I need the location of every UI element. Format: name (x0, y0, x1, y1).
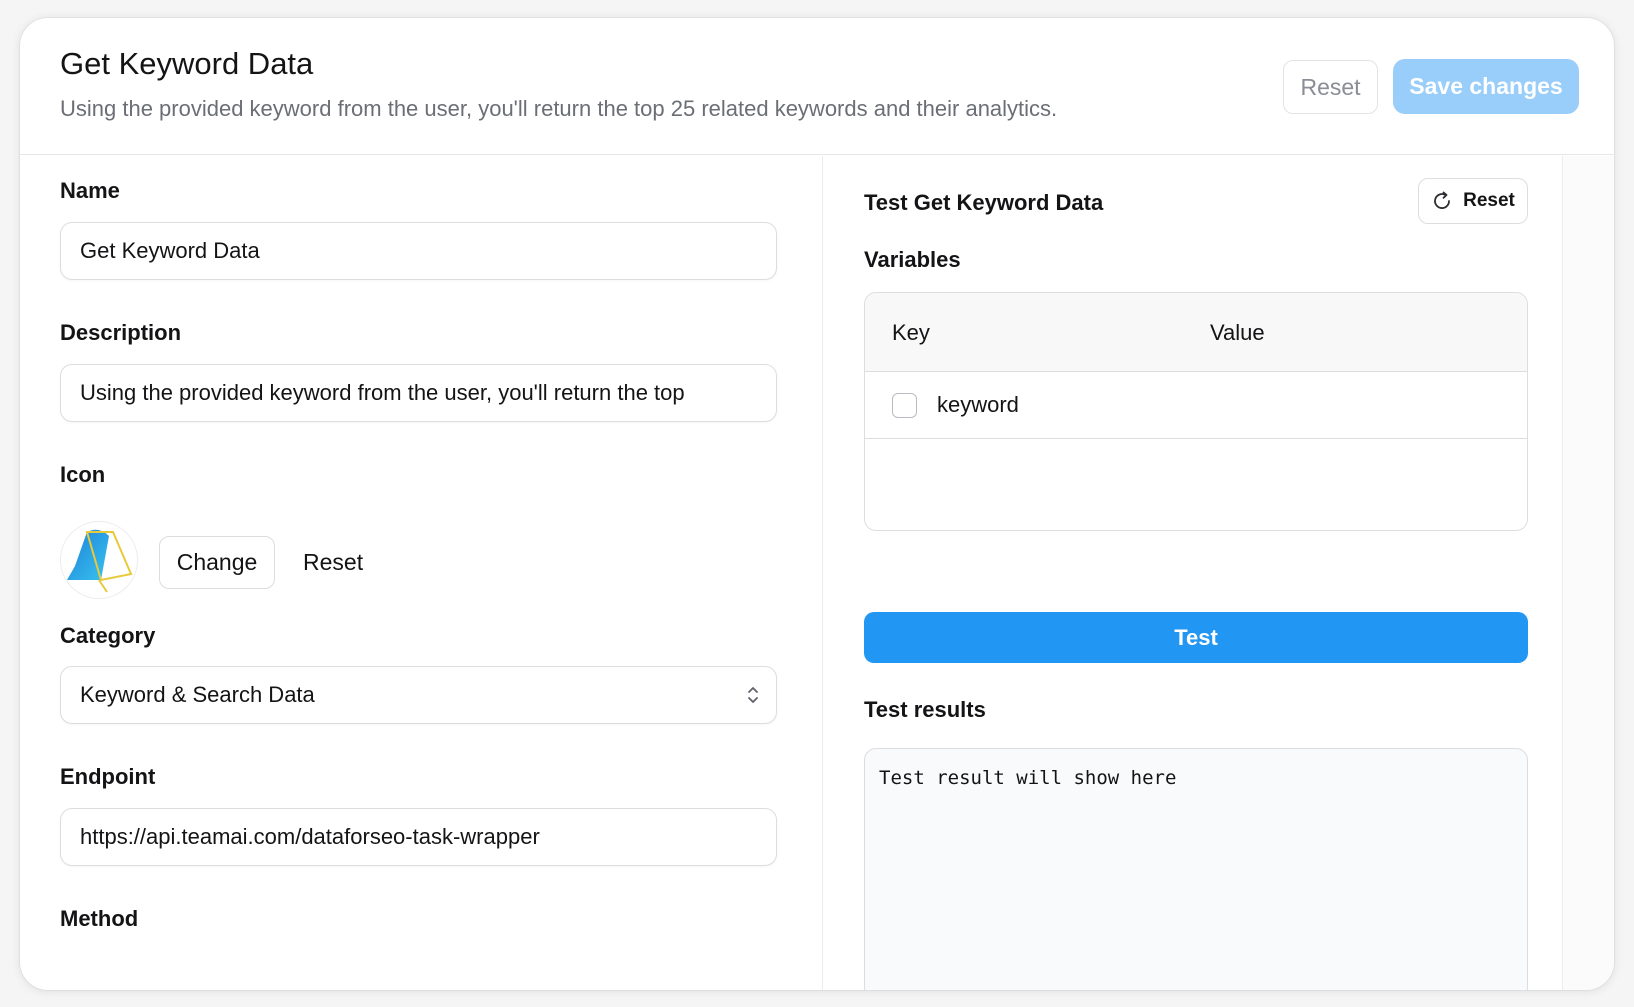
test-reset-button[interactable]: Reset (1418, 178, 1528, 224)
variables-label: Variables (864, 247, 961, 272)
page-title: Get Keyword Data (60, 46, 314, 81)
keyword-checkbox[interactable] (892, 393, 917, 418)
endpoint-input[interactable]: https://api.teamai.com/dataforseo-task-w… (60, 808, 777, 866)
description-label: Description (60, 320, 182, 345)
page-header: Get Keyword Data Using the provided keyw… (20, 18, 1614, 155)
page-subtitle: Using the provided keyword from the user… (60, 96, 1058, 121)
endpoint-input-value: https://api.teamai.com/dataforseo-task-w… (80, 824, 540, 849)
reset-icon-button[interactable]: Reset (297, 536, 369, 589)
variable-key: keyword (937, 392, 1019, 417)
change-icon-button[interactable]: Change (159, 536, 275, 589)
endpoint-label: Endpoint (60, 764, 156, 789)
icon-label: Icon (60, 462, 106, 487)
column-header-value: Value (1210, 320, 1265, 345)
category-label: Category (60, 623, 156, 648)
tool-editor-card: Get Keyword Data Using the provided keyw… (20, 18, 1614, 990)
test-results-label: Test results (864, 697, 986, 722)
save-changes-button[interactable]: Save changes (1393, 59, 1579, 114)
settings-form: Name Get Keyword Data Description Using … (20, 156, 823, 990)
category-select-value: Keyword & Search Data (80, 682, 315, 707)
tool-logo-icon (67, 529, 133, 593)
name-label: Name (60, 178, 120, 203)
table-row: keyword (865, 372, 1527, 439)
description-input-value: Using the provided keyword from the user… (80, 380, 685, 405)
chevron-up-down-icon (748, 687, 758, 703)
test-button[interactable]: Test (864, 612, 1528, 663)
method-label: Method (60, 906, 139, 931)
column-header-key: Key (892, 320, 930, 345)
name-input-value: Get Keyword Data (80, 238, 260, 263)
tool-icon-preview (60, 521, 138, 599)
refresh-icon (1434, 191, 1451, 209)
name-input[interactable]: Get Keyword Data (60, 222, 777, 280)
test-reset-label: Reset (1463, 190, 1515, 211)
scrollbar-track[interactable] (1562, 156, 1614, 990)
test-results-output: Test result will show here (864, 748, 1528, 990)
reset-button[interactable]: Reset (1283, 60, 1378, 114)
description-input[interactable]: Using the provided keyword from the user… (60, 364, 777, 422)
variables-table-header: Key Value (865, 293, 1527, 372)
test-panel: Test Get Keyword Data Reset Variables Ke… (824, 156, 1562, 990)
variables-table: Key Value keyword (864, 292, 1528, 531)
category-select[interactable]: Keyword & Search Data (60, 666, 777, 724)
test-panel-title: Test Get Keyword Data (864, 190, 1104, 215)
